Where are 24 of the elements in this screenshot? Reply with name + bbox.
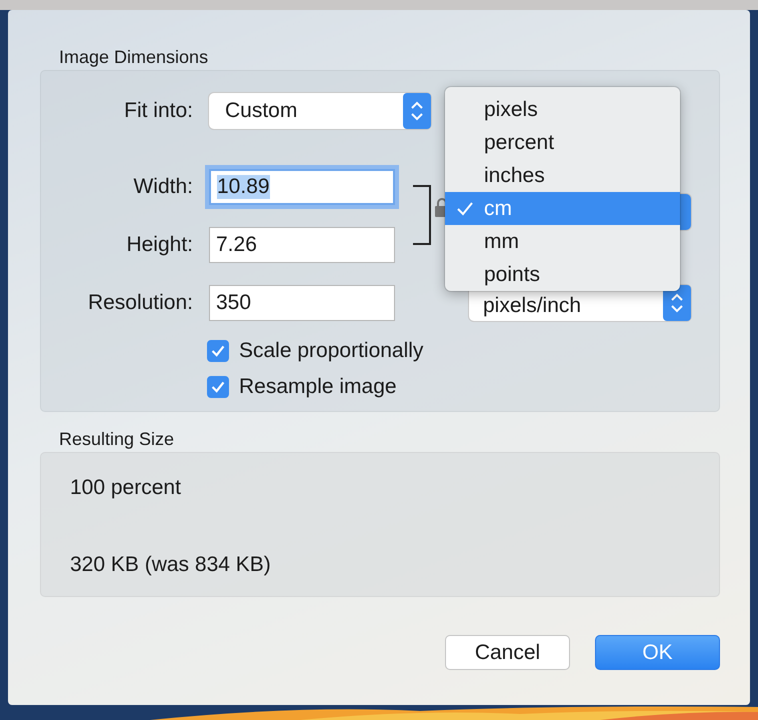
section-title: Resulting Size xyxy=(59,428,176,451)
menu-item[interactable]: percent xyxy=(445,126,680,159)
menu-item[interactable]: inches xyxy=(445,159,680,192)
menu-item[interactable]: mm xyxy=(445,225,680,258)
checkmark-icon xyxy=(457,202,473,216)
stepper-icon xyxy=(403,93,431,129)
input-field[interactable]: 7.26 xyxy=(209,227,395,263)
field-label: Width: xyxy=(132,175,193,199)
checkbox[interactable] xyxy=(207,376,229,398)
fit-into-popup[interactable]: Custom xyxy=(209,93,431,129)
result-text: 100 percent xyxy=(70,475,182,501)
field-label: Fit into: xyxy=(123,99,193,123)
result-text: 320 KB (was 834 KB) xyxy=(70,552,272,578)
checkbox-label: Scale proportionally xyxy=(239,339,424,363)
checkbox-label: Resample image xyxy=(239,375,397,399)
section-title: Image Dimensions xyxy=(59,46,210,69)
link-bracket-icon xyxy=(412,185,432,245)
stepper-icon xyxy=(663,285,691,321)
input-field[interactable]: 350 xyxy=(209,285,395,321)
field-label: Resolution: xyxy=(86,291,193,315)
checkbox[interactable] xyxy=(207,340,229,362)
menu-item[interactable]: pixels xyxy=(445,93,680,126)
dialog-button[interactable]: Cancel xyxy=(445,635,570,670)
field-label: Height: xyxy=(125,233,193,257)
